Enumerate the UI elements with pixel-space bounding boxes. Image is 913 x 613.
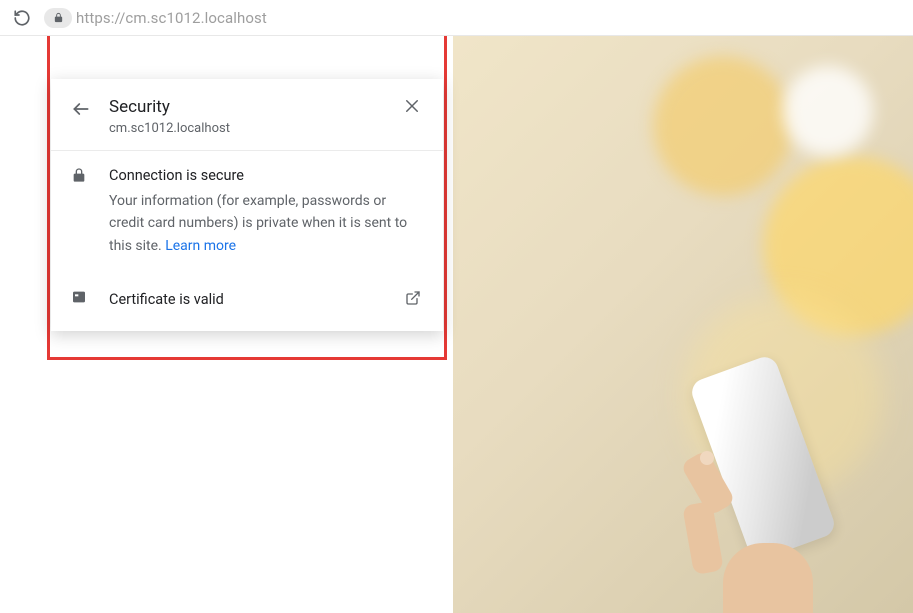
close-icon xyxy=(403,97,421,115)
certificate-label: Certificate is valid xyxy=(109,291,405,308)
lock-icon xyxy=(53,12,64,23)
lock-icon xyxy=(71,167,91,187)
popup-title: Security xyxy=(109,97,403,117)
arrow-left-icon xyxy=(71,99,91,119)
hero-illustration xyxy=(453,36,913,613)
certificate-icon xyxy=(71,289,91,309)
site-info-button[interactable] xyxy=(44,8,72,28)
connection-description: Your information (for example, passwords… xyxy=(109,190,423,257)
certificate-section[interactable]: Certificate is valid xyxy=(51,273,443,331)
site-info-popup: Security cm.sc1012.localhost Connection … xyxy=(51,79,443,331)
back-button[interactable] xyxy=(71,99,91,119)
popup-header: Security cm.sc1012.localhost xyxy=(51,79,443,151)
address-bar[interactable]: https://cm.sc1012.localhost xyxy=(44,4,905,32)
page-content: Security cm.sc1012.localhost Connection … xyxy=(0,36,913,613)
browser-toolbar: https://cm.sc1012.localhost xyxy=(0,0,913,36)
connection-section: Connection is secure Your information (f… xyxy=(51,151,443,273)
connection-label: Connection is secure xyxy=(109,167,423,184)
open-external-icon xyxy=(405,290,421,306)
close-button[interactable] xyxy=(403,97,423,117)
open-external-button[interactable] xyxy=(405,290,423,308)
popup-host: cm.sc1012.localhost xyxy=(109,121,403,136)
reload-button[interactable] xyxy=(8,4,36,32)
learn-more-link[interactable]: Learn more xyxy=(165,238,236,254)
url-text[interactable]: https://cm.sc1012.localhost xyxy=(76,9,267,27)
reload-icon xyxy=(13,9,31,27)
